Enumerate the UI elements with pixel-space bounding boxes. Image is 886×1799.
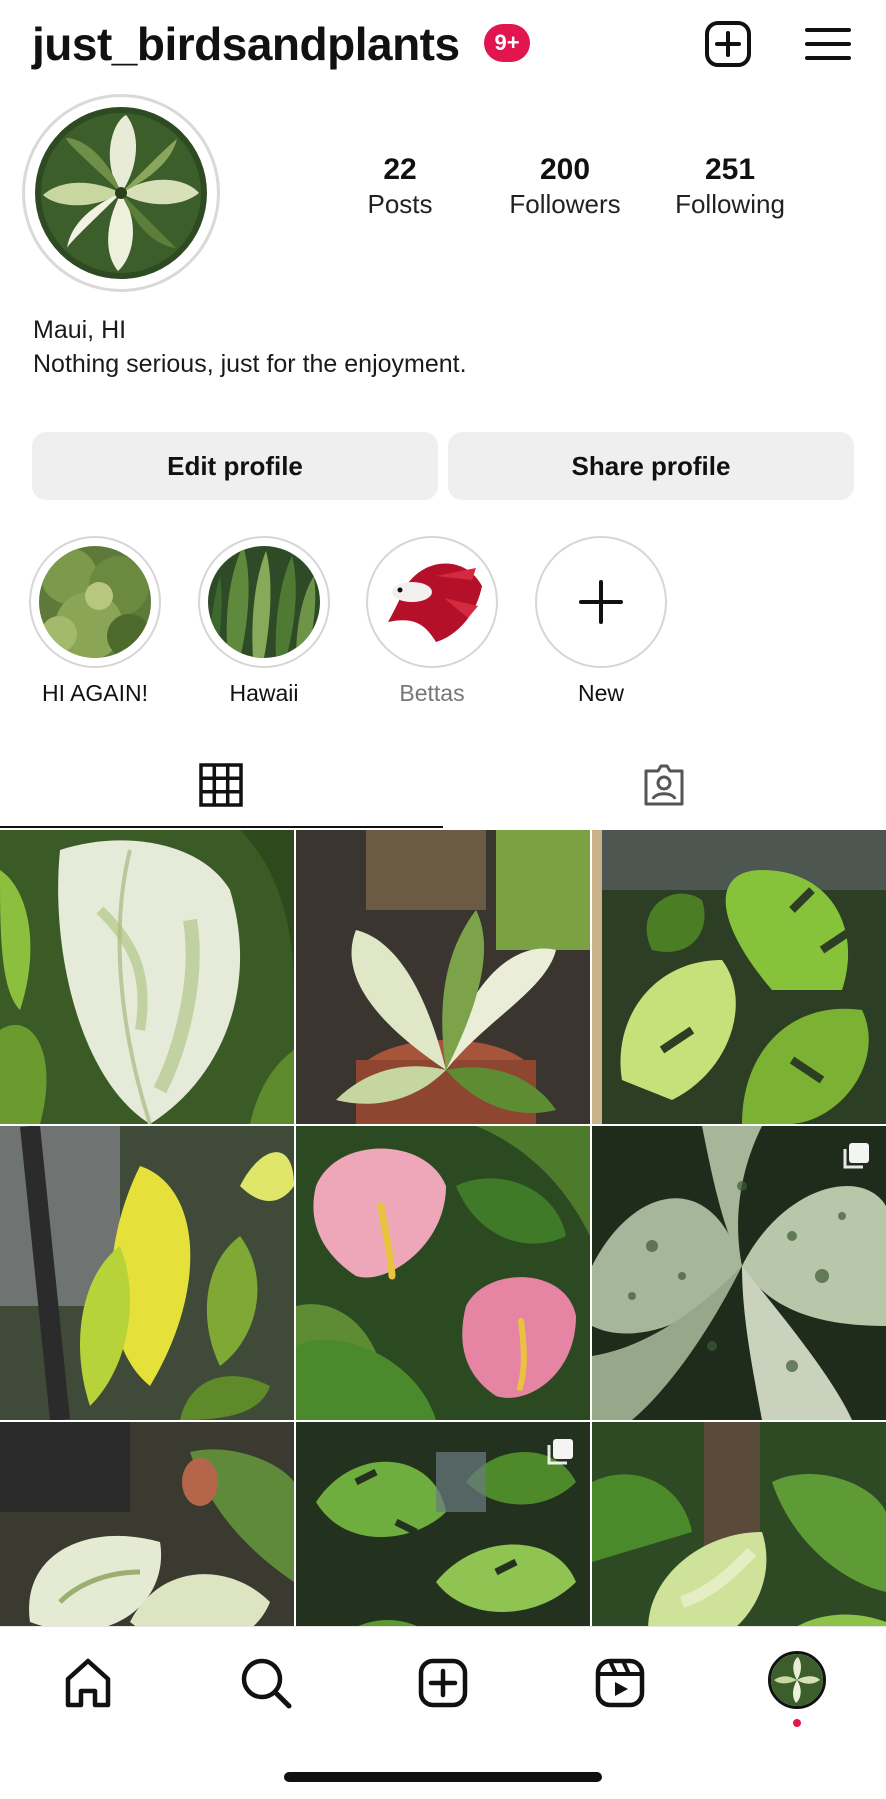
- bio-text: Nothing serious, just for the enjoyment.: [33, 350, 467, 378]
- highlight-ring: [198, 536, 330, 668]
- tagged-person-icon: [644, 764, 684, 806]
- highlight-hi-again[interactable]: HI AGAIN!: [25, 536, 165, 708]
- create-post-icon[interactable]: [702, 18, 754, 70]
- posts-count[interactable]: 22 Posts: [325, 152, 475, 220]
- menu-icon[interactable]: [802, 18, 854, 70]
- username-title[interactable]: just_birdsandplants: [32, 14, 460, 74]
- carousel-icon: [840, 1140, 872, 1172]
- profile-avatar[interactable]: [22, 94, 220, 292]
- tab-posts-grid[interactable]: [0, 740, 443, 828]
- create-icon[interactable]: [413, 1653, 473, 1713]
- profile-avatar-icon[interactable]: [768, 1651, 826, 1709]
- active-tab-indicator: [0, 826, 443, 828]
- highlight-ring: [366, 536, 498, 668]
- highlight-new[interactable]: New: [531, 536, 671, 708]
- home-icon[interactable]: [58, 1653, 118, 1713]
- following-count-value: 251: [704, 153, 756, 186]
- post-thumbnail[interactable]: [0, 1126, 294, 1420]
- posts-count-label: Posts: [367, 189, 433, 219]
- following-count[interactable]: 251 Following: [655, 152, 805, 220]
- notification-badge[interactable]: 9+: [484, 24, 530, 62]
- highlight-ring: [535, 536, 667, 668]
- highlight-label: HI AGAIN!: [41, 680, 149, 706]
- highlight-hawaii[interactable]: Hawaii: [194, 536, 334, 708]
- avatar-image: [35, 107, 207, 279]
- followers-count[interactable]: 200 Followers: [490, 152, 640, 220]
- following-count-label: Following: [675, 189, 785, 219]
- post-thumbnail[interactable]: [592, 830, 886, 1124]
- post-thumbnail[interactable]: [296, 830, 590, 1124]
- highlight-cover-leaves: [208, 546, 320, 658]
- post-thumbnail[interactable]: [0, 830, 294, 1124]
- post-thumbnail[interactable]: [296, 1126, 590, 1420]
- bio-location: Maui, HI: [33, 316, 127, 344]
- notification-dot: [793, 1719, 801, 1727]
- highlight-ring: [29, 536, 161, 668]
- grid-icon: [199, 763, 243, 807]
- home-indicator[interactable]: [284, 1772, 602, 1782]
- highlight-cover-betta-fish: [376, 546, 488, 658]
- highlight-label: Hawaii: [229, 680, 299, 706]
- highlight-bettas[interactable]: Bettas: [362, 536, 502, 708]
- plus-icon: [545, 546, 657, 658]
- highlight-label: New: [577, 680, 624, 706]
- carousel-icon: [544, 1436, 576, 1468]
- tab-tagged[interactable]: [443, 740, 886, 828]
- followers-count-value: 200: [539, 153, 591, 186]
- posts-count-value: 22: [383, 153, 417, 186]
- edit-profile-button[interactable]: Edit profile: [32, 432, 438, 500]
- post-thumbnail[interactable]: [592, 1126, 886, 1420]
- profile-header: just_birdsandplants 9+: [0, 0, 886, 88]
- followers-count-label: Followers: [509, 189, 621, 219]
- highlight-cover-greenery: [39, 546, 151, 658]
- share-profile-button[interactable]: Share profile: [448, 432, 854, 500]
- search-icon[interactable]: [236, 1653, 296, 1713]
- reels-icon[interactable]: [590, 1653, 650, 1713]
- highlight-label: Bettas: [399, 680, 465, 706]
